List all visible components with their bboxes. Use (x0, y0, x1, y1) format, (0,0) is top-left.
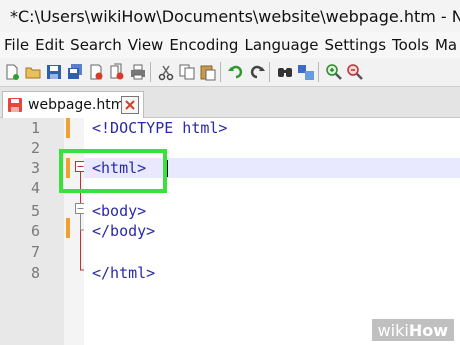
line-number: 4 (30, 179, 40, 197)
menu-search[interactable]: Search (70, 36, 122, 54)
menu-language[interactable]: Language (244, 36, 318, 54)
title-bar: *C:\Users\wikiHow\Documents\website\webp… (0, 0, 460, 32)
zoom-in-icon[interactable] (325, 63, 343, 81)
window-title: *C:\Users\wikiHow\Documents\website\webp… (10, 6, 460, 26)
line-number: 2 (30, 139, 40, 157)
new-file-icon[interactable] (3, 63, 21, 81)
unsaved-file-icon (8, 98, 22, 112)
redo-icon[interactable] (248, 63, 266, 81)
watermark-suffix: How (408, 320, 448, 340)
replace-icon[interactable] (297, 63, 315, 81)
line-number: 7 (30, 243, 40, 261)
tab-label: webpage.htm (28, 97, 125, 113)
open-file-icon[interactable] (24, 63, 42, 81)
menu-bar: File Edit Search View Encoding Language … (0, 32, 460, 58)
paste-icon[interactable] (199, 63, 217, 81)
tab-close-icon[interactable] (121, 96, 139, 114)
line-number: 8 (30, 264, 40, 282)
toolbar (0, 58, 460, 87)
menu-view[interactable]: View (128, 36, 164, 54)
menu-edit[interactable]: Edit (35, 36, 64, 54)
close-all-icon[interactable] (108, 63, 126, 81)
save-icon[interactable] (45, 63, 63, 81)
line-number: 3 (30, 159, 40, 177)
menu-file[interactable]: File (4, 36, 29, 54)
cut-icon[interactable] (157, 63, 175, 81)
print-icon[interactable] (129, 63, 147, 81)
toolbar-separator (318, 62, 319, 82)
menu-encoding[interactable]: Encoding (169, 36, 238, 54)
code-line-body-open: <body> (92, 202, 147, 220)
close-icon[interactable] (87, 63, 105, 81)
wikihow-watermark: wiki How (371, 319, 454, 341)
code-line-html-close: </html> (92, 264, 156, 282)
zoom-out-icon[interactable] (346, 63, 364, 81)
copy-icon[interactable] (178, 63, 196, 81)
menu-macro[interactable]: Ma (435, 36, 457, 54)
code-line-body-close: </body> (92, 222, 156, 240)
toolbar-separator (269, 62, 270, 82)
tab-bar: webpage.htm (0, 87, 460, 118)
text-cursor (167, 160, 168, 177)
line-number: 5 (30, 202, 40, 220)
tab-webpage-htm[interactable]: webpage.htm (2, 91, 144, 118)
line-number: 6 (30, 222, 40, 240)
toolbar-separator (220, 62, 221, 82)
find-icon[interactable] (276, 63, 294, 81)
code-line-doctype: <!DOCTYPE html> (92, 119, 228, 137)
undo-icon[interactable] (227, 63, 245, 81)
watermark-prefix: wiki (377, 320, 409, 340)
save-all-icon[interactable] (66, 63, 84, 81)
highlight-box (59, 149, 167, 193)
line-number: 1 (30, 119, 40, 137)
toolbar-separator (150, 62, 151, 82)
menu-tools[interactable]: Tools (392, 36, 429, 54)
menu-settings[interactable]: Settings (325, 36, 387, 54)
